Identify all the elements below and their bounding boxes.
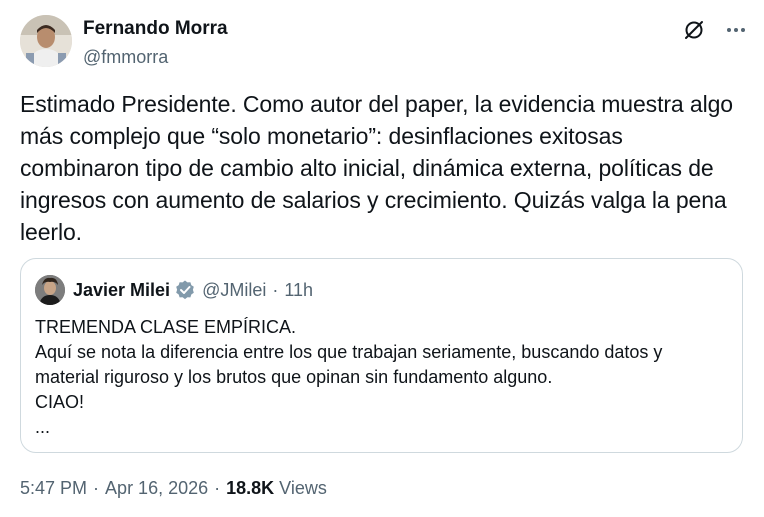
author-handle[interactable]: @fmmorra	[83, 46, 228, 68]
tweet-meta: 5:47 PM · Apr 16, 2026 · 18.8K Views	[20, 478, 327, 499]
views-count[interactable]: 18.8K	[226, 478, 274, 499]
header-actions	[680, 16, 750, 44]
author-name[interactable]: Fernando Morra	[83, 18, 228, 40]
quoted-tweet-text: TREMENDA CLASE EMPÍRICA. Aquí se nota la…	[35, 317, 663, 437]
separator-dot: ·	[272, 279, 279, 300]
quoted-tweet-header: Javier Milei @JMilei · 11h	[35, 275, 313, 305]
author-names: Fernando Morra @fmmorra	[83, 18, 228, 68]
more-icon[interactable]	[722, 16, 750, 44]
tweet-date[interactable]: Apr 16, 2026	[105, 478, 208, 499]
quoted-author-handle[interactable]: @JMilei	[202, 280, 266, 301]
quoted-author-name[interactable]: Javier Milei	[73, 280, 170, 301]
tweet-time[interactable]: 5:47 PM	[20, 478, 87, 499]
separator-dot: ·	[214, 478, 221, 498]
grok-icon[interactable]	[680, 16, 708, 44]
author-avatar[interactable]	[20, 15, 72, 67]
tweet-header: Fernando Morra @fmmorra	[20, 14, 750, 72]
views-label: Views	[279, 478, 327, 498]
separator-dot: ·	[93, 478, 100, 498]
tweet-text: Estimado Presidente. Como autor del pape…	[20, 91, 733, 245]
verified-badge-icon	[174, 279, 196, 301]
quoted-tweet[interactable]: Javier Milei @JMilei · 11h TREMENDA CLAS…	[20, 258, 743, 453]
quoted-author-avatar[interactable]	[35, 275, 65, 305]
quoted-tweet-time[interactable]: 11h	[284, 280, 313, 301]
